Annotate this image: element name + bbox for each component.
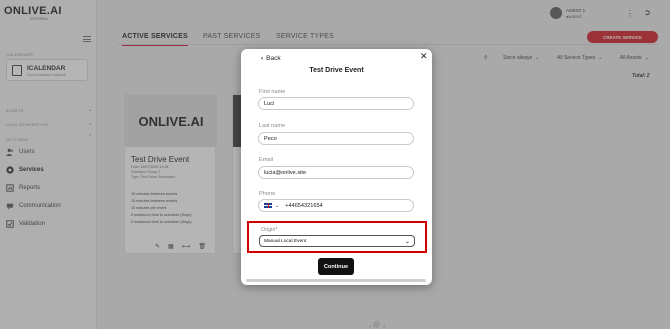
origin-highlight: Origin* Manual Local Event ⌄ — [247, 221, 427, 253]
back-button[interactable]: ‹ Back — [261, 55, 281, 62]
modal-title: Test Drive Event — [309, 67, 364, 74]
last-name-label: Last name — [259, 123, 286, 129]
last-name-field[interactable]: Peco — [258, 132, 414, 145]
email-label: Email — [259, 157, 273, 163]
chevron-down-icon[interactable]: ⌄ — [275, 203, 279, 209]
phone-value: +44654321654 — [285, 202, 323, 209]
chevron-down-icon: ⌄ — [404, 238, 410, 245]
uk-flag-icon[interactable] — [264, 203, 272, 208]
back-label: Back — [266, 55, 281, 62]
horizontal-scrollbar[interactable] — [246, 279, 426, 282]
origin-selected-value: Manual Local Event — [264, 238, 307, 244]
email-field[interactable]: lucia@onlive.site — [258, 166, 414, 179]
phone-field[interactable]: ⌄ +44654321654 — [258, 199, 414, 212]
test-drive-event-modal: ✕ ‹ Back Test Drive Event First name Luc… — [241, 49, 432, 285]
continue-button[interactable]: Continue — [318, 258, 354, 275]
first-name-label: First name — [259, 89, 286, 95]
chevron-left-icon: ‹ — [261, 55, 264, 62]
origin-label: Origin* — [261, 227, 278, 233]
first-name-field[interactable]: Luci — [258, 97, 414, 110]
close-icon[interactable]: ✕ — [420, 51, 428, 62]
phone-label: Phone — [259, 191, 276, 197]
origin-select[interactable]: Manual Local Event ⌄ — [259, 235, 415, 247]
